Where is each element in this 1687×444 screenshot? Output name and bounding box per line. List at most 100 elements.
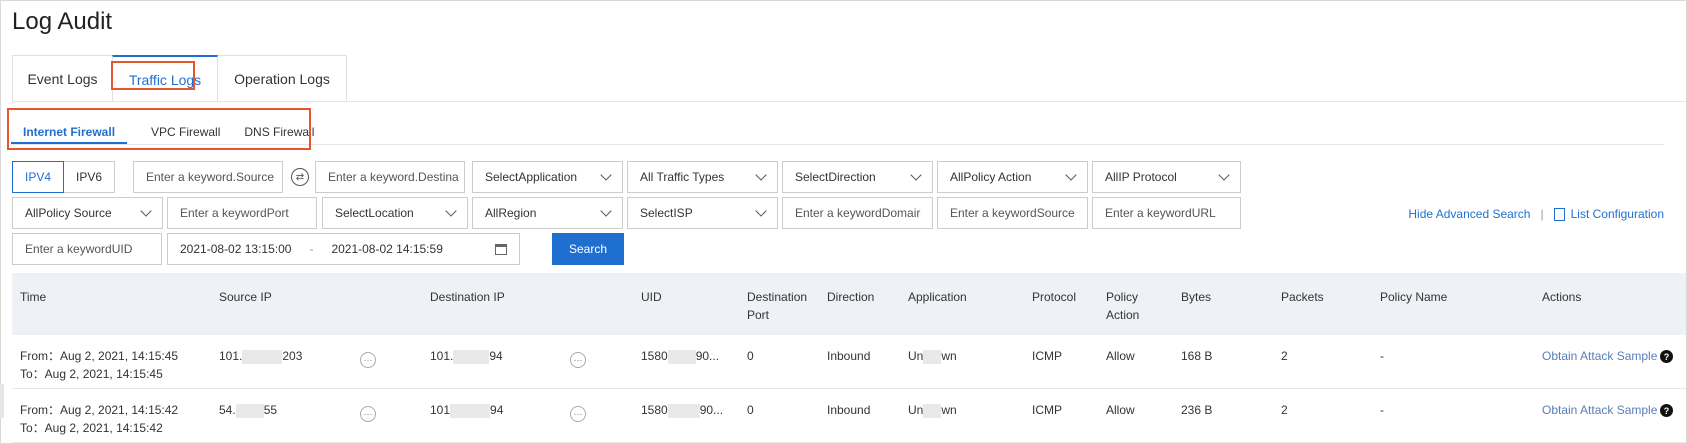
url-keyword-input[interactable]: Enter a keywordURL: [1092, 197, 1241, 229]
chevron-down-icon: [1218, 169, 1230, 181]
question-icon[interactable]: ?: [1660, 350, 1673, 363]
port-cell: 0: [747, 403, 754, 417]
application-cell: Un wn: [908, 401, 957, 419]
page-title: Log Audit: [12, 8, 113, 35]
source-keyword-input[interactable]: Enter a keyword.Source: [133, 161, 283, 193]
application-prefix: Un: [908, 349, 924, 363]
table-row: From：Aug 2, 2021, 14:15:45 To：Aug 2, 2021…: [12, 335, 1686, 389]
source-ip-suffix: 55: [263, 403, 278, 417]
table-row: From：Aug 2, 2021, 14:15:42 To：Aug 2, 2021…: [12, 389, 1686, 443]
location-select-value: SelectLocation: [335, 206, 414, 220]
destination-ip-cell: 101. 94: [430, 347, 503, 365]
time-to: To：Aug 2, 2021, 14:15:42: [20, 421, 163, 435]
policy-action-select[interactable]: AllPolicy Action: [937, 161, 1088, 193]
application-select[interactable]: SelectApplication: [472, 161, 623, 193]
direction-select[interactable]: SelectDirection: [782, 161, 933, 193]
redacted-mask: [923, 349, 942, 364]
date-separator: -: [309, 242, 314, 256]
policy-action-cell: Allow: [1106, 403, 1135, 417]
table-header: Time Source IP Destination IP UID Destin…: [12, 273, 1686, 335]
isp-select-value: SelectISP: [640, 206, 693, 220]
ellipsis-icon[interactable]: ···: [570, 352, 586, 368]
col-policy-name: Policy Name: [1380, 290, 1448, 304]
region-select[interactable]: AllRegion: [472, 197, 623, 229]
time-to: To：Aug 2, 2021, 14:15:45: [20, 367, 163, 381]
search-button[interactable]: Search: [552, 233, 624, 265]
tab-operation-logs[interactable]: Operation Logs: [217, 55, 347, 102]
col-time: Time: [20, 290, 47, 304]
uid-prefix: 1580: [641, 403, 668, 417]
chevron-down-icon: [755, 205, 767, 217]
protocol-cell: ICMP: [1032, 349, 1062, 363]
redacted-mask: [242, 349, 283, 364]
col-packets: Packets: [1281, 290, 1324, 304]
destination-ip-cell: 101 94: [430, 401, 503, 419]
destination-ip-prefix: 101.: [430, 349, 454, 363]
source-keyword-input-2[interactable]: Enter a keywordSource: [937, 197, 1088, 229]
chevron-down-icon: [910, 169, 922, 181]
application-prefix: Un: [908, 403, 924, 417]
traffic-types-select[interactable]: All Traffic Types: [627, 161, 778, 193]
question-icon[interactable]: ?: [1660, 404, 1673, 417]
chevron-down-icon: [755, 169, 767, 181]
col-source-ip: Source IP: [219, 290, 272, 304]
swap-icon[interactable]: ⇄: [291, 168, 309, 186]
policy-source-select-value: AllPolicy Source: [25, 206, 112, 220]
port-cell: 0: [747, 349, 754, 363]
redacted-mask: [923, 403, 942, 418]
calendar-icon: [495, 243, 507, 255]
application-suffix: wn: [941, 349, 957, 363]
chevron-down-icon: [600, 205, 612, 217]
destination-keyword-input[interactable]: Enter a keyword.Destina: [315, 161, 465, 193]
col-uid: UID: [641, 290, 662, 304]
time-cell: From：Aug 2, 2021, 14:15:45 To：Aug 2, 2021…: [20, 347, 178, 383]
highlight-subtabs: [7, 108, 311, 150]
destination-ip-prefix: 101: [430, 403, 451, 417]
source-ip-cell: 101. 203: [219, 347, 302, 365]
date-end: 2021-08-02 14:15:59: [331, 242, 443, 256]
bytes-cell: 168 B: [1181, 349, 1213, 363]
redacted-mask: [667, 349, 696, 364]
domain-keyword-input[interactable]: Enter a keywordDomair: [782, 197, 933, 229]
packets-cell: 2: [1281, 403, 1288, 417]
direction-cell: Inbound: [827, 403, 871, 417]
list-configuration-link[interactable]: List Configuration: [1571, 207, 1664, 221]
uid-cell: 1580 90...: [641, 401, 723, 419]
chevron-down-icon: [1065, 169, 1077, 181]
hide-advanced-search-link[interactable]: Hide Advanced Search: [1408, 207, 1530, 221]
destination-ip-suffix: 94: [490, 403, 504, 417]
direction-select-value: SelectDirection: [795, 170, 876, 184]
traffic-types-select-value: All Traffic Types: [640, 170, 725, 184]
tab-event-logs[interactable]: Event Logs: [12, 55, 113, 102]
ipv6-button[interactable]: IPV6: [63, 161, 115, 193]
chevron-down-icon: [445, 205, 457, 217]
col-destination-port-line2: Port: [747, 308, 770, 322]
port-keyword-input[interactable]: Enter a keywordPort: [167, 197, 317, 229]
uid-keyword-input[interactable]: Enter a keywordUID: [12, 233, 162, 265]
region-select-value: AllRegion: [485, 206, 537, 220]
col-protocol: Protocol: [1032, 290, 1077, 304]
ellipsis-icon[interactable]: ···: [360, 406, 376, 422]
policy-source-select[interactable]: AllPolicy Source: [12, 197, 163, 229]
obtain-attack-sample-link[interactable]: Obtain Attack Sample: [1542, 349, 1657, 363]
time-from: From：Aug 2, 2021, 14:15:42: [20, 403, 179, 417]
ip-protocol-select[interactable]: AllIP Protocol: [1092, 161, 1241, 193]
redacted-mask: [450, 403, 491, 418]
date-range-picker[interactable]: 2021-08-02 13:15:00 - 2021-08-02 14:15:5…: [167, 233, 520, 265]
obtain-attack-sample-link[interactable]: Obtain Attack Sample: [1542, 403, 1657, 417]
ellipsis-icon[interactable]: ···: [360, 352, 376, 368]
time-cell: From：Aug 2, 2021, 14:15:42 To：Aug 2, 2021…: [20, 401, 178, 437]
time-from: From：Aug 2, 2021, 14:15:45: [20, 349, 179, 363]
ipv4-button[interactable]: IPV4: [12, 161, 64, 193]
isp-select[interactable]: SelectISP: [627, 197, 778, 229]
ellipsis-icon[interactable]: ···: [570, 406, 586, 422]
destination-ip-suffix: 94: [489, 349, 503, 363]
bytes-cell: 236 B: [1181, 403, 1213, 417]
scrollbar-handle[interactable]: [0, 384, 4, 418]
uid-cell: 1580 90...: [641, 347, 719, 365]
policy-action-select-value: AllPolicy Action: [950, 170, 1032, 184]
location-select[interactable]: SelectLocation: [322, 197, 468, 229]
list-config-icon[interactable]: [1553, 207, 1565, 221]
source-ip-prefix: 101.: [219, 349, 243, 363]
uid-suffix: 90...: [699, 403, 724, 417]
